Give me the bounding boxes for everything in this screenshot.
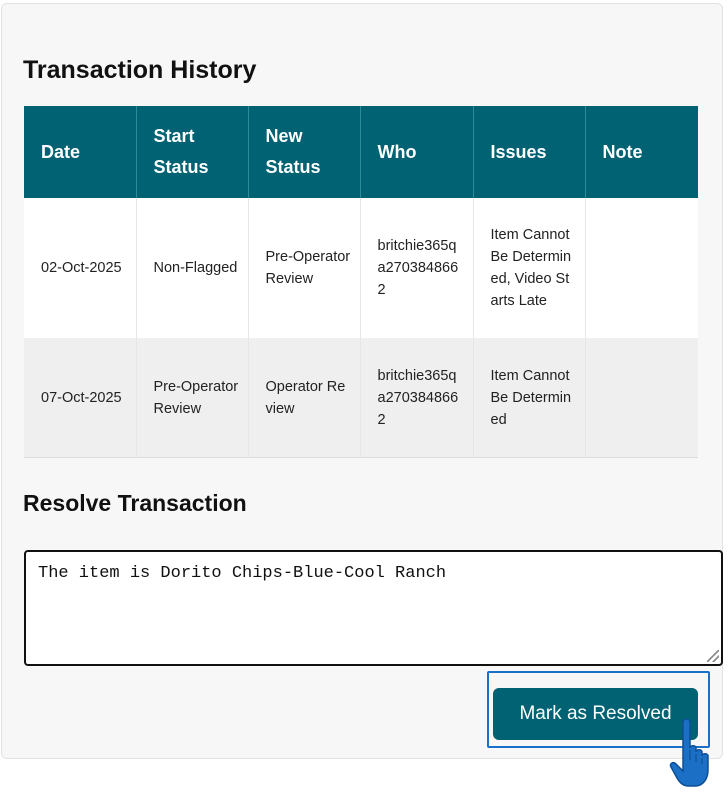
transaction-history-table: Date Start Status New Status Who Issues … [24,106,698,458]
cell-who: britchie365qa2703848662 [360,198,474,338]
cell-issues: Item Cannot Be Determined [473,338,586,458]
column-header-start-status: Start Status [136,106,249,198]
table-row: 07-Oct-2025 Pre-Operator Review Operator… [24,338,698,458]
cell-issues: Item Cannot Be Determined, Video Starts … [473,198,586,338]
table-header-row: Date Start Status New Status Who Issues … [24,106,698,198]
cell-note [585,198,698,338]
cell-new-status: Operator Review [248,338,361,458]
column-header-new-status: New Status [248,106,361,198]
cell-date: 02-Oct-2025 [24,198,137,338]
column-header-who: Who [360,106,474,198]
resolution-note-input[interactable]: The item is Dorito Chips-Blue-Cool Ranch [24,550,723,666]
transaction-history-title: Transaction History [23,56,257,84]
mark-as-resolved-button[interactable]: Mark as Resolved [493,688,698,740]
cell-new-status: Pre-Operator Review [248,198,361,338]
column-header-date: Date [24,106,137,198]
table-row: 02-Oct-2025 Non-Flagged Pre-Operator Rev… [24,198,698,338]
column-header-note: Note [585,106,698,198]
cell-note [585,338,698,458]
cell-start-status: Pre-Operator Review [136,338,249,458]
column-header-issues: Issues [473,106,586,198]
resolve-transaction-title: Resolve Transaction [23,490,247,516]
cell-start-status: Non-Flagged [136,198,249,338]
cell-who: britchie365qa2703848662 [360,338,474,458]
cell-date: 07-Oct-2025 [24,338,137,458]
